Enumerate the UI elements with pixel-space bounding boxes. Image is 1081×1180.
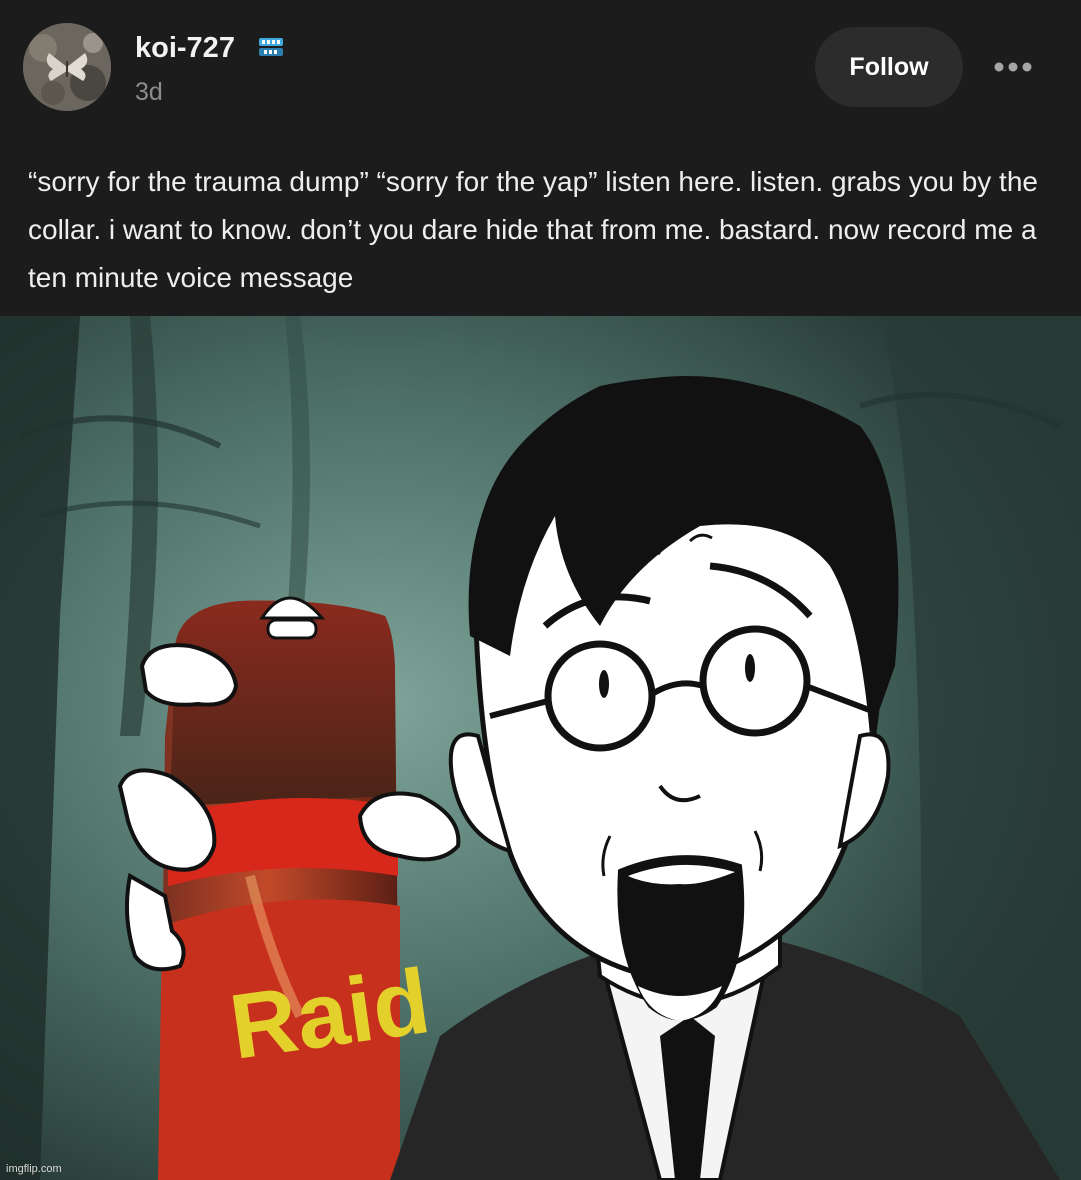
post-card: koi-727 3d Follow “sorry for the trauma …	[0, 0, 1081, 1180]
post-body-text: “sorry for the trauma dump” “sorry for t…	[28, 166, 1038, 293]
meme-image: Raid imgflip.com	[0, 316, 1081, 1180]
avatar[interactable]	[23, 23, 111, 111]
post-header: koi-727 3d Follow	[0, 0, 1081, 130]
follow-button[interactable]: Follow	[815, 27, 963, 107]
username[interactable]: koi-727	[135, 32, 235, 65]
post-timestamp: 3d	[135, 78, 163, 106]
avatar-image	[23, 23, 111, 111]
ellipsis-icon	[994, 62, 1032, 72]
imgflip-watermark: imgflip.com	[6, 1163, 62, 1175]
blue-teeth-icon	[256, 32, 286, 62]
more-options-button[interactable]	[986, 44, 1040, 90]
